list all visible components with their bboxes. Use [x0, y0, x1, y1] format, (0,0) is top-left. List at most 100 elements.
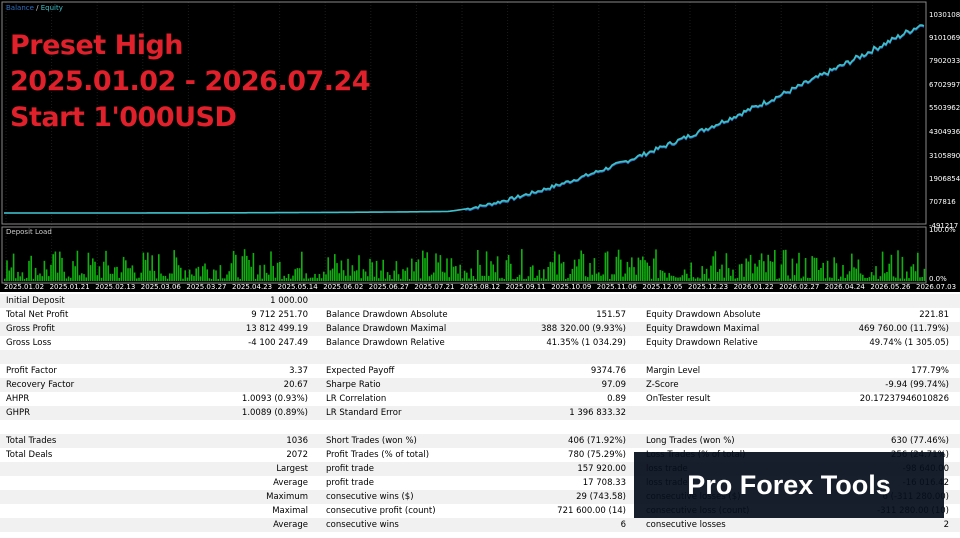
deposit-bar	[886, 272, 888, 281]
deposit-bar	[219, 265, 222, 281]
deposit-bar	[549, 261, 552, 281]
report-value: 177.79%	[911, 366, 949, 376]
deposit-bar	[48, 276, 50, 281]
deposit-bar	[252, 253, 255, 281]
deposit-bar	[309, 277, 312, 281]
deposit-bar	[43, 260, 46, 281]
deposit-bar	[158, 254, 160, 281]
deposit-bar	[120, 272, 123, 281]
deposit-bar	[224, 278, 226, 281]
deposit-bar	[672, 275, 675, 281]
deposit-bar	[318, 274, 321, 281]
legend-balance: Balance	[6, 4, 34, 12]
deposit-bar	[336, 263, 338, 281]
deposit-bar	[452, 266, 455, 281]
deposit-bar	[386, 272, 389, 281]
deposit-bar	[435, 253, 437, 281]
deposit-bar	[881, 251, 884, 281]
deposit-bar	[276, 262, 279, 281]
price-label: 707816	[929, 198, 956, 206]
deposit-bar	[87, 252, 90, 281]
deposit-bar	[670, 275, 673, 281]
deposit-bar	[472, 276, 475, 281]
deposit-bar	[147, 252, 149, 281]
deposit-bar	[523, 279, 525, 281]
deposit-bar	[560, 263, 563, 281]
deposit-bar	[516, 277, 519, 281]
report-value: 20.67	[283, 380, 308, 390]
deposit-bar	[565, 279, 567, 281]
deposit-bar	[417, 259, 420, 281]
deposit-bar	[567, 277, 569, 281]
deposit-bar	[369, 258, 371, 281]
deposit-bar	[884, 273, 886, 281]
deposit-bar	[481, 275, 483, 281]
deposit-bar	[378, 278, 380, 281]
deposit-bar	[292, 275, 294, 281]
deposit-bar	[217, 279, 219, 281]
deposit-bar	[323, 271, 325, 281]
deposit-bar	[248, 260, 250, 281]
deposit-bar	[446, 258, 448, 281]
deposit-bar	[426, 252, 428, 281]
deposit-bar	[206, 269, 208, 281]
deposit-bar	[785, 249, 787, 281]
deposit-bar	[441, 271, 444, 281]
deposit-bar	[45, 269, 48, 281]
deposit-bar	[796, 263, 798, 281]
report-value: 2	[943, 520, 949, 530]
deposit-bar	[360, 278, 362, 281]
deposit-bar	[283, 275, 285, 281]
deposit-bar	[373, 276, 376, 281]
deposit-bar	[32, 278, 35, 281]
deposit-bar	[738, 264, 741, 281]
deposit-bar	[719, 269, 721, 281]
deposit-bar	[615, 256, 618, 281]
deposit-bar	[393, 270, 395, 281]
deposit-bar	[705, 268, 708, 281]
deposit-bar	[459, 264, 461, 281]
deposit-bar	[41, 276, 43, 281]
deposit-bar	[525, 278, 527, 281]
deposit-bar	[413, 271, 415, 281]
deposit-bar	[723, 277, 725, 281]
deposit-bar	[56, 272, 59, 281]
report-value: Maximal	[272, 506, 308, 516]
deposit-bar	[466, 272, 468, 281]
deposit-bar	[463, 270, 466, 281]
deposit-bar	[582, 253, 585, 281]
deposit-bar	[162, 275, 164, 281]
deposit-bar	[595, 273, 598, 281]
price-label: 1906854	[929, 175, 960, 183]
deposit-bar	[382, 259, 384, 281]
deposit-bar	[129, 268, 131, 281]
deposit-bar	[171, 273, 173, 281]
deposit-bar	[815, 257, 818, 281]
date-label: 2025.06.02	[323, 283, 363, 291]
deposit-bar	[461, 278, 464, 281]
deposit-bar	[690, 262, 692, 281]
deposit-bar	[624, 273, 626, 281]
deposit-bar	[294, 269, 296, 281]
date-label: 2025.04.23	[232, 283, 272, 291]
deposit-bar	[175, 257, 178, 281]
deposit-bar	[142, 252, 145, 281]
deposit-bar	[507, 255, 510, 281]
deposit-bar	[329, 270, 332, 281]
deposit-bar	[890, 254, 893, 281]
deposit-bar	[694, 278, 697, 281]
deposit-bar	[644, 260, 646, 281]
deposit-bar	[732, 269, 734, 281]
deposit-bar	[17, 271, 19, 281]
deposit-bar	[745, 258, 747, 281]
deposit-bar	[598, 272, 600, 281]
deposit-bar	[666, 277, 668, 281]
deposit-bar	[496, 256, 499, 281]
deposit-bar	[741, 263, 743, 281]
deposit-bar	[646, 262, 648, 281]
deposit-bar	[725, 253, 728, 281]
deposit-bar	[215, 270, 217, 281]
deposit-bar	[85, 277, 87, 281]
deposit-bar	[664, 272, 666, 281]
deposit-bar	[580, 250, 582, 281]
